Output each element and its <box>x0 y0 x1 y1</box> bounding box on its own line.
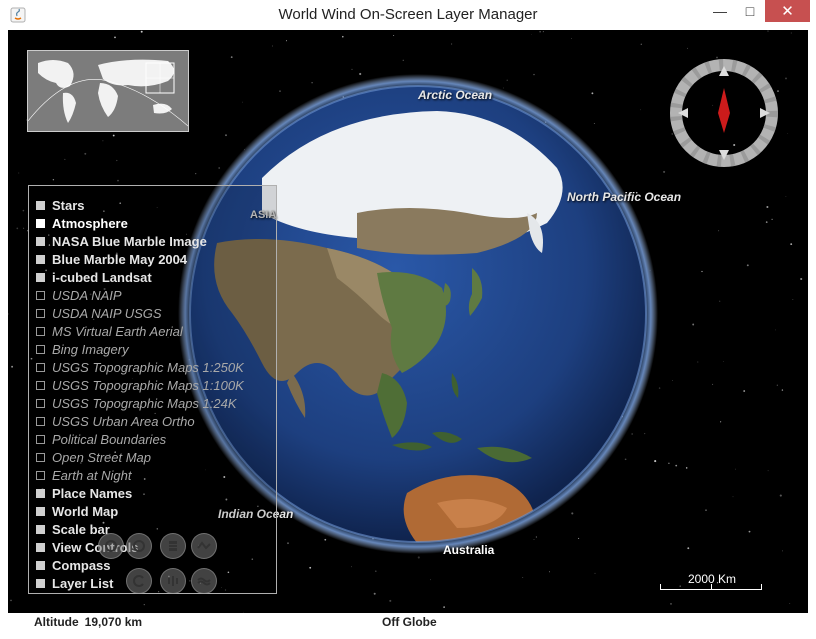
altitude-value: 19,070 km <box>84 615 143 629</box>
layer-label: MS Virtual Earth Aerial <box>52 323 183 339</box>
layer-checkbox[interactable] <box>36 308 45 318</box>
layer-item[interactable]: Blue Marble May 2004 <box>36 250 187 268</box>
title-bar[interactable]: World Wind On-Screen Layer Manager — □ ✕ <box>0 0 816 30</box>
maximize-button[interactable]: □ <box>735 0 765 22</box>
scale-bar: 2000 Km <box>660 570 764 592</box>
layer-checkbox[interactable] <box>36 218 45 228</box>
layer-item[interactable]: Atmosphere <box>36 214 128 232</box>
layer-item[interactable]: NASA Blue Marble Image <box>36 232 207 250</box>
altitude-readout: Altitude 19,070 km <box>34 615 142 629</box>
app-window: World Wind On-Screen Layer Manager — □ ✕ <box>0 0 816 639</box>
layer-label: Scale bar <box>52 521 110 537</box>
layer-label: NASA Blue Marble Image <box>52 233 207 249</box>
heading-icon[interactable] <box>160 533 186 559</box>
look-icon[interactable] <box>126 568 152 594</box>
altitude-label: Altitude <box>34 615 79 629</box>
layer-label: USDA NAIP <box>52 287 122 303</box>
layer-label: Political Boundaries <box>52 431 167 447</box>
fov-icon[interactable] <box>160 568 186 594</box>
minimize-button[interactable]: — <box>705 0 735 22</box>
compass-needle-icon <box>718 88 730 133</box>
layer-checkbox[interactable] <box>36 200 45 210</box>
position-readout: Off Globe <box>382 615 437 629</box>
label-australia: Australia <box>443 543 495 557</box>
zoom-icon[interactable] <box>126 533 152 559</box>
layer-item[interactable]: Earth at Night <box>36 466 132 484</box>
exaggeration-icon[interactable] <box>191 568 217 594</box>
layer-checkbox[interactable] <box>36 380 45 390</box>
layer-item[interactable]: Political Boundaries <box>36 430 166 448</box>
layer-item[interactable]: Stars <box>36 196 85 214</box>
layer-label: USGS Topographic Maps 1:100K <box>52 377 244 393</box>
layer-item[interactable]: USGS Topographic Maps 1:100K <box>36 376 244 394</box>
layer-item[interactable]: Compass <box>36 556 111 574</box>
layer-label: Compass <box>52 557 111 573</box>
layer-label: Open Street Map <box>52 449 151 465</box>
layer-checkbox[interactable] <box>36 470 45 480</box>
layer-label: World Map <box>52 503 119 519</box>
layer-item[interactable]: Scale bar <box>36 520 110 538</box>
layer-item[interactable]: USGS Topographic Maps 1:250K <box>36 358 244 376</box>
layer-label: i-cubed Landsat <box>52 269 152 285</box>
layer-item[interactable]: USDA NAIP <box>36 286 122 304</box>
layer-checkbox[interactable] <box>36 524 45 534</box>
layer-item[interactable]: USGS Topographic Maps 1:24K <box>36 394 237 412</box>
layer-item[interactable]: Open Street Map <box>36 448 151 466</box>
layer-label: Atmosphere <box>52 215 128 231</box>
layer-checkbox[interactable] <box>36 290 45 300</box>
close-button[interactable]: ✕ <box>765 0 810 22</box>
layer-label: Stars <box>52 197 85 213</box>
label-north-pacific-ocean: North Pacific Ocean <box>567 190 682 204</box>
layer-list-panel: Stars Atmosphere NASA Blue Marble Image Blu… <box>28 185 277 594</box>
layer-checkbox[interactable] <box>36 452 45 462</box>
layer-label: Earth at Night <box>52 467 132 483</box>
layer-label: Layer List <box>52 575 114 591</box>
layer-label: Bing Imagery <box>52 341 129 357</box>
layer-checkbox[interactable] <box>36 254 45 264</box>
layer-item[interactable]: i-cubed Landsat <box>36 268 152 286</box>
layer-label: USGS Topographic Maps 1:24K <box>52 395 237 411</box>
layer-item[interactable]: Place Names <box>36 484 132 502</box>
layer-checkbox[interactable] <box>36 398 45 408</box>
layer-checkbox[interactable] <box>36 578 45 588</box>
layer-label: USGS Urban Area Ortho <box>52 413 195 429</box>
layer-item[interactable]: USDA NAIP USGS <box>36 304 162 322</box>
pitch-icon[interactable] <box>191 533 217 559</box>
layer-item[interactable]: MS Virtual Earth Aerial <box>36 322 183 340</box>
label-arctic-ocean: Arctic Ocean <box>418 88 493 102</box>
layer-label: Blue Marble May 2004 <box>52 251 188 267</box>
window-title: World Wind On-Screen Layer Manager <box>278 6 538 23</box>
layer-checkbox[interactable] <box>36 560 45 570</box>
layer-checkbox[interactable] <box>36 236 45 246</box>
globe-viewport[interactable]: Arctic Ocean North Pacific Ocean ASIA In… <box>8 30 808 613</box>
scale-bar-label: 2000 Km <box>687 572 737 586</box>
layer-item[interactable]: Layer List <box>36 574 113 592</box>
status-bar: Altitude 19,070 km Off Globe <box>8 613 808 631</box>
layer-checkbox[interactable] <box>36 506 45 516</box>
pan-icon[interactable] <box>98 533 124 559</box>
layer-item[interactable]: Bing Imagery <box>36 340 129 358</box>
layer-checkbox[interactable] <box>36 434 45 444</box>
world-map-overview[interactable] <box>27 50 189 132</box>
layer-checkbox[interactable] <box>36 362 45 372</box>
layer-checkbox[interactable] <box>36 488 45 498</box>
layer-label: USDA NAIP USGS <box>52 305 162 321</box>
layer-checkbox[interactable] <box>36 272 45 282</box>
layer-label: USGS Topographic Maps 1:250K <box>52 359 244 375</box>
layer-checkbox[interactable] <box>36 344 45 354</box>
layer-checkbox[interactable] <box>36 542 45 552</box>
layer-item[interactable]: World Map <box>36 502 118 520</box>
layer-checkbox[interactable] <box>36 416 45 426</box>
layer-checkbox[interactable] <box>36 326 45 336</box>
layer-item[interactable]: USGS Urban Area Ortho <box>36 412 195 430</box>
compass[interactable] <box>669 58 779 168</box>
layer-label: Place Names <box>52 485 133 501</box>
